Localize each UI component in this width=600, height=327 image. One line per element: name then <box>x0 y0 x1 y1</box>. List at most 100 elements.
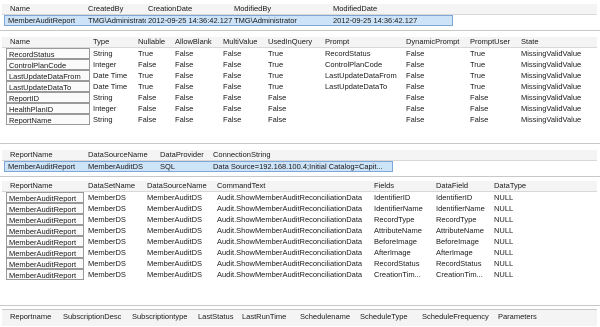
table-cell-reportname[interactable]: MemberAuditReport <box>6 269 84 280</box>
table-cell-reportname[interactable]: MemberAuditReport <box>6 236 84 247</box>
table-cell-promptuser[interactable]: False <box>470 114 520 125</box>
table-cell-prompt[interactable]: ControlPlanCode <box>325 59 405 70</box>
table-row[interactable]: MemberAuditReport TMG\Administrator 2012-0… <box>2 15 597 26</box>
table-cell-name[interactable]: LastUpdateDataFrom <box>6 70 90 81</box>
column-header-usedinquery[interactable]: UsedInQuery <box>268 37 324 47</box>
table-cell-promptuser[interactable]: False <box>470 103 520 114</box>
table-row[interactable]: MemberAuditReport MemberDS MemberAuditDS Au… <box>2 203 597 214</box>
table-cell-state[interactable]: MissingValidValue <box>521 103 595 114</box>
table-cell-promptuser[interactable]: True <box>470 59 520 70</box>
column-header-scheduletype[interactable]: ScheduleType <box>360 310 421 324</box>
table-cell-datasourcename[interactable]: MemberAuditDS <box>147 225 216 236</box>
table-cell-promptuser[interactable]: True <box>470 81 520 92</box>
column-header-laststatus[interactable]: LastStatus <box>198 310 241 324</box>
column-header-datafield[interactable]: DataField <box>436 181 493 191</box>
table-cell-commandtext[interactable]: Audit.ShowMemberAuditReconciliationData <box>217 258 372 269</box>
table-cell-modifiedby[interactable]: TMG\Administrator <box>234 15 332 26</box>
column-header-modifieddate[interactable]: ModifiedDate <box>333 4 453 14</box>
column-header-reportname[interactable]: ReportName <box>8 150 88 160</box>
table-cell-nullable[interactable]: True <box>138 48 174 59</box>
table-cell-createdby[interactable]: TMG\Administrator <box>88 15 146 26</box>
table-cell-promptuser[interactable]: True <box>470 70 520 81</box>
table-cell-fields[interactable]: RecordStatus <box>374 258 434 269</box>
table-cell-multivalue[interactable]: False <box>223 81 267 92</box>
column-header-schedulename[interactable]: Schedulename <box>300 310 359 324</box>
column-header-schedulefrequency[interactable]: ScheduleFrequency <box>422 310 497 324</box>
table-row[interactable]: HealthPlanID Integer False False False False F… <box>2 103 597 114</box>
table-cell-usedinquery[interactable]: False <box>268 114 324 125</box>
column-header-subscriptiontype[interactable]: Subscriptiontype <box>132 310 197 324</box>
table-cell-datasetname[interactable]: MemberDS <box>88 258 146 269</box>
table-cell-reportname[interactable]: MemberAuditReport <box>6 258 84 269</box>
table-cell-datafield[interactable]: IdentifierName <box>436 203 493 214</box>
table-cell-fields[interactable]: CreationTim... <box>374 269 434 280</box>
table-cell-allowblank[interactable]: False <box>175 114 222 125</box>
table-cell-datatype[interactable]: NULL <box>494 258 534 269</box>
table-cell-prompt[interactable]: LastUpdateDataTo <box>325 81 405 92</box>
table-cell-name[interactable]: ReportID <box>6 92 90 103</box>
table-cell-datasourcename[interactable]: MemberAuditDS <box>147 192 216 203</box>
table-cell-type[interactable]: Integer <box>93 59 137 70</box>
table-cell-multivalue[interactable]: False <box>223 70 267 81</box>
table-cell-datafield[interactable]: CreationTim... <box>436 269 493 280</box>
table-row[interactable]: MemberAuditReport MemberDS MemberAuditDS Au… <box>2 247 597 258</box>
table-row[interactable]: MemberAuditReport MemberAuditDS SQL Data So… <box>2 161 597 172</box>
column-header-reportname[interactable]: Reportname <box>8 310 64 324</box>
table-cell-commandtext[interactable]: Audit.ShowMemberAuditReconciliationData <box>217 247 372 258</box>
table-cell-commandtext[interactable]: Audit.ShowMemberAuditReconciliationData <box>217 203 372 214</box>
table-cell-allowblank[interactable]: False <box>175 48 222 59</box>
table-cell-datasetname[interactable]: MemberDS <box>88 269 146 280</box>
column-header-parameters[interactable]: Parameters <box>498 310 558 324</box>
table-cell-datatype[interactable]: NULL <box>494 247 534 258</box>
table-cell-datatype[interactable]: NULL <box>494 203 534 214</box>
table-cell-name[interactable]: LastUpdateDataTo <box>6 81 90 92</box>
table-cell-commandtext[interactable]: Audit.ShowMemberAuditReconciliationData <box>217 192 372 203</box>
column-header-reportname[interactable]: ReportName <box>8 181 88 191</box>
table-cell-type[interactable]: Date Time <box>93 70 137 81</box>
table-cell-commandtext[interactable]: Audit.ShowMemberAuditReconciliationData <box>217 269 372 280</box>
table-cell-reportname[interactable]: MemberAuditReport <box>6 247 84 258</box>
table-cell-datatype[interactable]: NULL <box>494 192 534 203</box>
table-cell-name[interactable]: ControlPlanCode <box>6 59 90 70</box>
table-cell-allowblank[interactable]: False <box>175 103 222 114</box>
column-header-promptuser[interactable]: PromptUser <box>470 37 520 47</box>
table-cell-state[interactable]: MissingValidValue <box>521 81 595 92</box>
table-cell-allowblank[interactable]: False <box>175 92 222 103</box>
table-cell-fields[interactable]: AttributeName <box>374 225 434 236</box>
table-cell-allowblank[interactable]: False <box>175 81 222 92</box>
table-cell-datasourcename[interactable]: MemberAuditDS <box>147 247 216 258</box>
table-cell-multivalue[interactable]: False <box>223 48 267 59</box>
table-cell-usedinquery[interactable]: True <box>268 59 324 70</box>
table-cell-reportname[interactable]: MemberAuditReport <box>6 203 84 214</box>
table-cell-datatype[interactable]: NULL <box>494 269 534 280</box>
table-row[interactable]: MemberAuditReport MemberDS MemberAuditDS Au… <box>2 192 597 203</box>
column-header-datasourcename[interactable]: DataSourceName <box>88 150 158 160</box>
table-cell-datasourcename[interactable]: MemberAuditDS <box>147 269 216 280</box>
table-cell-state[interactable]: MissingValidValue <box>521 59 595 70</box>
table-cell-multivalue[interactable]: False <box>223 103 267 114</box>
table-cell-allowblank[interactable]: False <box>175 70 222 81</box>
column-header-creationdate[interactable]: CreationDate <box>148 4 232 14</box>
table-cell-multivalue[interactable]: False <box>223 59 267 70</box>
table-row[interactable]: LastUpdateDataFrom Date Time True False Fals… <box>2 70 597 81</box>
column-header-createdby[interactable]: CreatedBy <box>88 4 146 14</box>
table-cell-promptuser[interactable]: True <box>470 48 520 59</box>
table-cell-name[interactable]: HealthPlanID <box>6 103 90 114</box>
column-header-name[interactable]: Name <box>8 37 94 47</box>
table-cell-dynamicprompt[interactable]: False <box>406 103 468 114</box>
table-cell-commandtext[interactable]: Audit.ShowMemberAuditReconciliationData <box>217 214 372 225</box>
table-cell-datasourcename[interactable]: MemberAuditDS <box>147 214 216 225</box>
table-row[interactable]: MemberAuditReport MemberDS MemberAuditDS Au… <box>2 236 597 247</box>
table-cell-nullable[interactable]: False <box>138 92 174 103</box>
table-cell-allowblank[interactable]: False <box>175 59 222 70</box>
table-cell-name[interactable]: ReportName <box>6 114 90 125</box>
table-cell-datasourcename[interactable]: MemberAuditDS <box>147 236 216 247</box>
table-row[interactable]: ReportID String False False False False False F… <box>2 92 597 103</box>
column-header-dataprovider[interactable]: DataProvider <box>160 150 212 160</box>
table-cell-type[interactable]: String <box>93 114 137 125</box>
table-cell-datasetname[interactable]: MemberDS <box>88 247 146 258</box>
table-cell-datasourcename[interactable]: MemberAuditDS <box>147 258 216 269</box>
table-cell-fields[interactable]: RecordType <box>374 214 434 225</box>
table-cell-usedinquery[interactable]: True <box>268 48 324 59</box>
table-cell-commandtext[interactable]: Audit.ShowMemberAuditReconciliationData <box>217 225 372 236</box>
